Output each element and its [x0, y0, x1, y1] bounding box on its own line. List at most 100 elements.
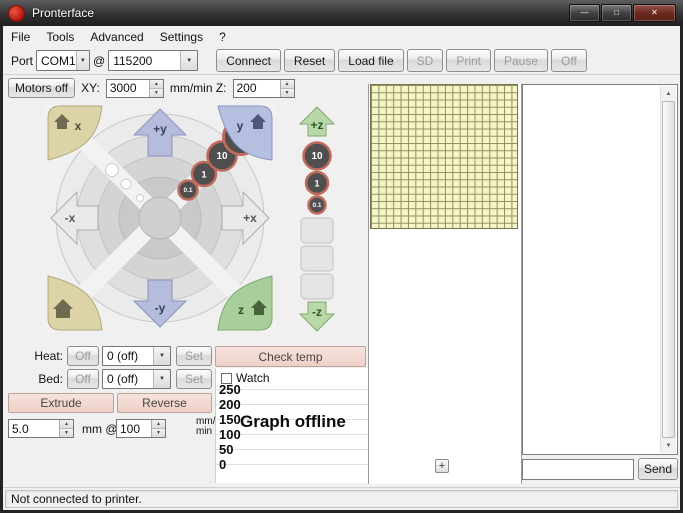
- baud-select[interactable]: 115200 ▼: [108, 50, 199, 71]
- spin-down-icon[interactable]: ▼: [149, 88, 163, 97]
- send-button[interactable]: Send: [638, 458, 678, 480]
- menubar: File Tools Advanced Settings ?: [3, 26, 680, 47]
- dropdown-icon: ▼: [153, 370, 170, 388]
- spin-up-icon[interactable]: ▲: [152, 420, 165, 429]
- pronterface-window: Pronterface — □ ✕ File Tools Advanced Se…: [0, 0, 683, 513]
- bed-temp-value: 0 (off): [107, 372, 139, 386]
- heat-off-button[interactable]: Off: [67, 346, 99, 366]
- extrude-speed-spinner[interactable]: 100 ▲ ▼: [116, 419, 166, 438]
- extrude-length-value[interactable]: 5.0: [9, 420, 59, 437]
- bed-temp-select[interactable]: 0 (off) ▼: [102, 369, 171, 389]
- menu-advanced[interactable]: Advanced: [82, 28, 151, 46]
- heat-temp-select[interactable]: 0 (off) ▼: [102, 346, 171, 366]
- close-icon: ✕: [651, 8, 658, 17]
- scroll-up-icon[interactable]: ▲: [661, 86, 676, 101]
- spin-down-icon[interactable]: ▼: [152, 429, 165, 437]
- spin-up-icon[interactable]: ▲: [60, 420, 73, 429]
- maximize-icon: □: [614, 8, 619, 17]
- spin-down-icon[interactable]: ▼: [60, 429, 73, 437]
- window-title: Pronterface: [32, 6, 95, 20]
- check-temp-button[interactable]: Check temp: [215, 346, 366, 367]
- mm-at-label: mm @: [82, 422, 118, 436]
- z-step-1-button[interactable]: 1: [304, 170, 330, 196]
- xy-feedrate-spinner[interactable]: 3000 ▲ ▼: [105, 78, 164, 98]
- watch-label: Watch: [236, 371, 270, 385]
- z-step-1-label: 1: [314, 179, 319, 189]
- menu-settings[interactable]: Settings: [152, 28, 211, 46]
- menu-help[interactable]: ?: [211, 28, 234, 46]
- port-label: Port: [11, 53, 34, 68]
- dropdown-icon: ▼: [180, 51, 198, 70]
- scroll-down-icon[interactable]: ▼: [661, 438, 676, 453]
- reset-button[interactable]: Reset: [283, 49, 336, 72]
- app-icon: [8, 4, 25, 22]
- sd-button[interactable]: SD: [406, 49, 444, 72]
- dropdown-icon: ▼: [153, 347, 170, 365]
- print-button[interactable]: Print: [446, 49, 491, 72]
- menu-tools[interactable]: Tools: [38, 28, 82, 46]
- home-y-label: y: [237, 119, 244, 133]
- command-input[interactable]: [522, 459, 634, 480]
- dropdown-icon: ▼: [75, 51, 90, 70]
- graph-tick-100: 100: [219, 427, 241, 442]
- jog-z-minus-button[interactable]: -z: [298, 301, 336, 332]
- motors-off-button[interactable]: Motors off: [8, 78, 76, 98]
- xy-step-1-label: 1: [201, 170, 206, 180]
- heat-temp-value: 0 (off): [107, 349, 139, 363]
- minimize-icon: —: [580, 8, 589, 17]
- jog-x-minus-label: -x: [65, 211, 76, 225]
- jog-z-plus-label: +z: [310, 118, 323, 132]
- maximize-button[interactable]: □: [601, 4, 632, 22]
- spin-up-icon[interactable]: ▲: [280, 79, 294, 89]
- extrude-length-spinner[interactable]: 5.0 ▲ ▼: [8, 419, 74, 438]
- z-step-01-button[interactable]: 0.1: [307, 195, 327, 215]
- z-track-segments[interactable]: [300, 217, 334, 300]
- minimize-button[interactable]: —: [569, 4, 600, 22]
- heat-set-button[interactable]: Set: [176, 346, 212, 366]
- bed-set-button[interactable]: Set: [176, 369, 212, 389]
- jog-z-plus-button[interactable]: +z: [298, 106, 336, 137]
- watch-row: Watch: [221, 371, 270, 385]
- watch-checkbox[interactable]: [221, 372, 232, 384]
- z-feedrate-value[interactable]: 200: [234, 80, 280, 97]
- z-feed-label: mm/min Z:: [169, 81, 227, 95]
- gcode-viewer-panel[interactable]: +: [368, 84, 522, 484]
- log-scrollbar[interactable]: ▲ ▼: [660, 86, 676, 453]
- at-label: @: [93, 53, 106, 68]
- z-step-01-label: 0.1: [312, 202, 321, 209]
- xy-step-01-label: 0.1: [183, 187, 192, 194]
- window-controls: — □ ✕: [569, 4, 676, 22]
- titlebar[interactable]: Pronterface — □ ✕: [0, 0, 683, 26]
- pause-button[interactable]: Pause: [494, 49, 549, 72]
- connect-button[interactable]: Connect: [216, 49, 281, 72]
- spin-up-icon[interactable]: ▲: [149, 79, 163, 89]
- z-feedrate-spinner[interactable]: 200 ▲ ▼: [232, 78, 295, 98]
- home-z-label: z: [238, 303, 244, 317]
- home-x-label: x: [75, 119, 82, 133]
- port-value: COM1: [41, 53, 76, 68]
- bed-off-button[interactable]: Off: [67, 369, 99, 389]
- xy-feedrate-value[interactable]: 3000: [107, 80, 149, 97]
- z-step-10-button[interactable]: 10: [302, 141, 332, 171]
- graph-gridline: [216, 464, 368, 465]
- status-text: Not connected to printer.: [5, 490, 678, 508]
- load-file-button[interactable]: Load file: [338, 49, 404, 72]
- extrude-speed-value[interactable]: 100: [117, 420, 151, 437]
- scrollbar-thumb[interactable]: [662, 101, 675, 438]
- log-output[interactable]: ▲ ▼: [522, 84, 678, 455]
- spin-down-icon[interactable]: ▼: [280, 88, 294, 97]
- print-bed-grid[interactable]: [370, 84, 518, 229]
- menu-file[interactable]: File: [3, 28, 38, 46]
- xy-feed-label: XY:: [81, 81, 100, 95]
- reverse-button[interactable]: Reverse: [117, 393, 212, 413]
- port-select[interactable]: COM1 ▼: [36, 50, 91, 71]
- feed-unit-label: mm/ min: [196, 416, 216, 437]
- extrude-button[interactable]: Extrude: [8, 393, 114, 413]
- off-button[interactable]: Off: [551, 49, 587, 72]
- graph-tick-50: 50: [219, 442, 234, 457]
- jog-center-hub[interactable]: [138, 196, 182, 240]
- graph-gridline: [216, 449, 368, 450]
- zoom-in-button[interactable]: +: [435, 459, 449, 473]
- motion-toolbar: Motors off XY: 3000 ▲ ▼ mm/min Z: 200 ▲ ▼: [3, 75, 295, 101]
- close-button[interactable]: ✕: [633, 4, 676, 22]
